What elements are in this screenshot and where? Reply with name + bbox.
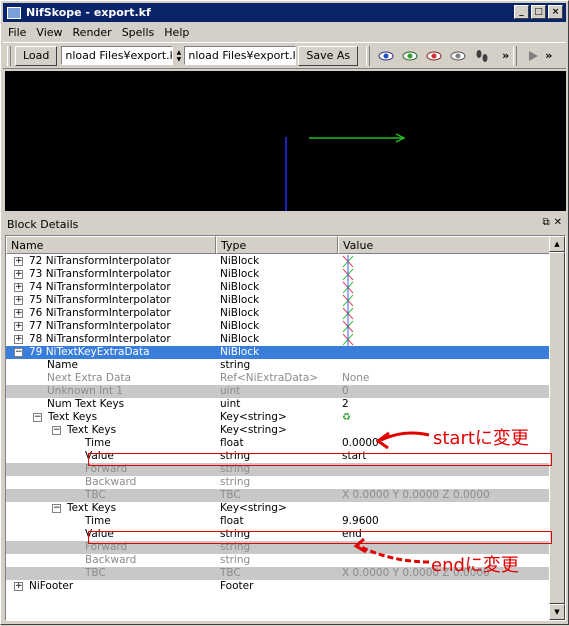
annotation-start: startに変更 bbox=[433, 428, 529, 449]
annotation-end: endに変更 bbox=[431, 555, 519, 576]
annotation-arrows bbox=[353, 431, 430, 564]
nifskope-window: NifSkope - export.kf _ □ × File View Ren… bbox=[0, 0, 569, 625]
